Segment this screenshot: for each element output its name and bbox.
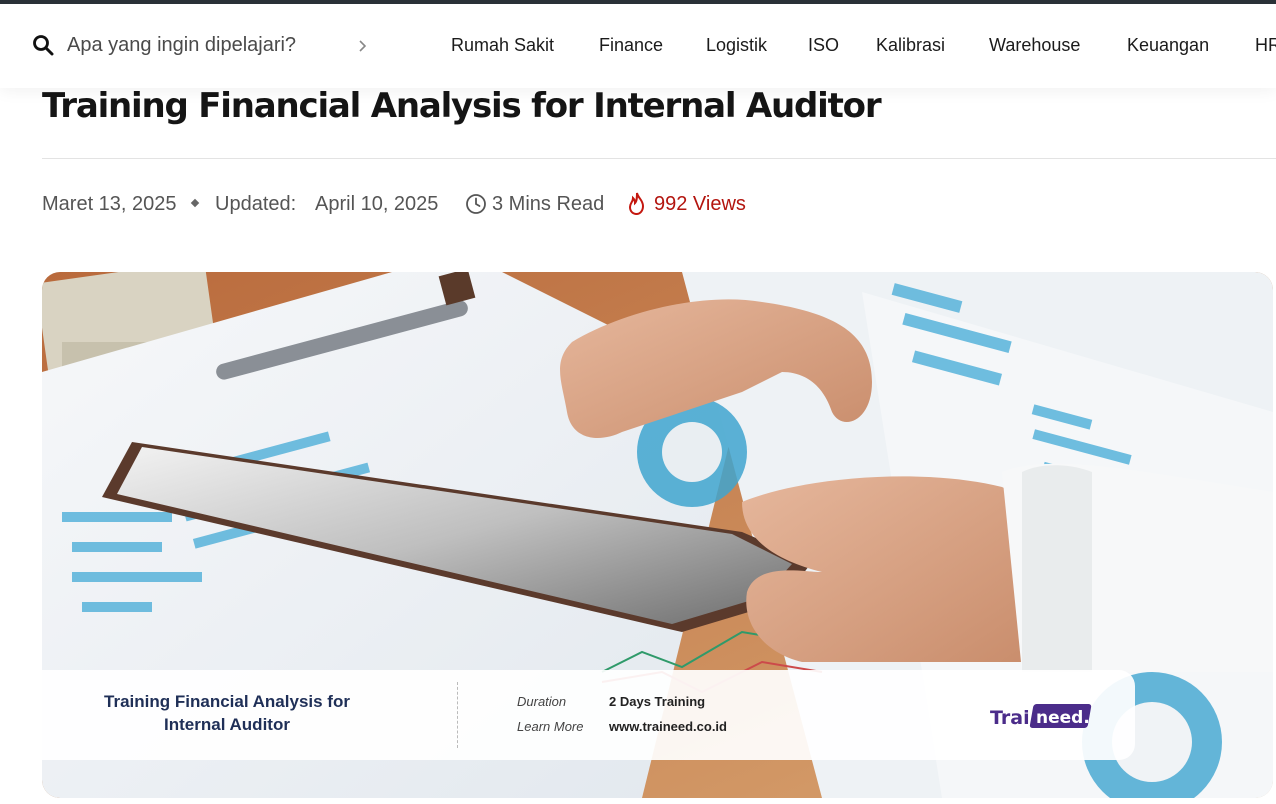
meta-separator-dot: [190, 198, 200, 208]
duration-label: Duration: [517, 694, 567, 709]
search-input[interactable]: Apa yang ingin dipelajari?: [67, 34, 296, 57]
search-icon[interactable]: [32, 34, 54, 56]
chevron-right-icon[interactable]: [356, 37, 370, 55]
views-count: 992 Views: [654, 193, 746, 215]
nav-item-rumah-sakit[interactable]: Rumah Sakit: [451, 35, 554, 56]
banner-title: Training Financial Analysis for Internal…: [104, 692, 350, 734]
course-info-banner: Training Financial Analysis for Internal…: [42, 670, 1135, 760]
hero-image[interactable]: Training Financial Analysis for Internal…: [42, 272, 1273, 798]
updated-label: Updated:: [215, 193, 297, 215]
nav-item-keuangan[interactable]: Keuangan: [1127, 35, 1209, 56]
nav-item-logistik[interactable]: Logistik: [706, 35, 767, 56]
banner-divider: [457, 682, 459, 748]
title-divider: [42, 158, 1276, 159]
page-title: Training Financial Analysis for Internal…: [42, 86, 882, 126]
published-date: Maret 13, 2025: [42, 193, 177, 215]
svg-text:need.: need.: [1036, 708, 1090, 728]
top-navbar: Apa yang ingin dipelajari? Rumah Sakit F…: [0, 4, 1276, 88]
duration-value: 2 Days Training: [609, 694, 706, 709]
nav-item-kalibrasi[interactable]: Kalibrasi: [876, 35, 945, 56]
read-time: 3 Mins Read: [492, 193, 605, 215]
svg-text:Trai: Trai: [990, 707, 1030, 729]
learn-more-url[interactable]: www.traineed.co.id: [609, 719, 727, 734]
learn-more-label: Learn More: [517, 719, 584, 734]
clock-icon: [466, 194, 486, 214]
nav-item-iso[interactable]: ISO: [808, 35, 839, 56]
nav-item-finance[interactable]: Finance: [599, 35, 663, 56]
nav-item-hr[interactable]: HR: [1255, 35, 1276, 56]
fire-icon: [628, 192, 645, 215]
nav-item-warehouse[interactable]: Warehouse: [989, 35, 1080, 56]
updated-date: April 10, 2025: [315, 193, 439, 215]
traineed-logo: Trai need.: [990, 704, 1092, 729]
